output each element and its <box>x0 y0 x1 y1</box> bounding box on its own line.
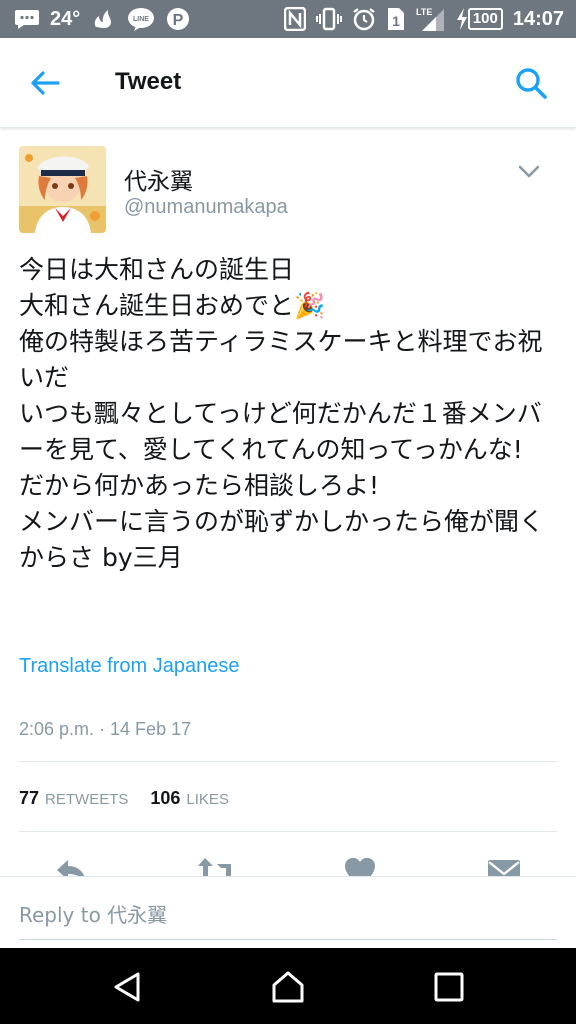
tweet-detail: 代永翼 @numanumakapa 今日は大和さんの誕生日 大和さん誕生日おめで… <box>0 128 576 876</box>
divider <box>19 761 557 762</box>
retweet-button[interactable] <box>197 854 233 876</box>
svg-text:LINE: LINE <box>133 16 149 23</box>
reply-icon <box>57 860 85 876</box>
envelope-icon <box>488 860 520 876</box>
divider <box>19 831 557 832</box>
nav-back-button[interactable] <box>110 970 144 1004</box>
nfc-icon <box>283 6 306 32</box>
svg-text:LTE: LTE <box>416 7 432 17</box>
nav-home-button[interactable] <box>271 970 305 1004</box>
messages-icon <box>14 6 40 32</box>
app-header: Tweet <box>0 38 576 128</box>
reply-composer: Reply to 代永翼 <box>0 876 576 948</box>
svg-text:P: P <box>173 12 184 29</box>
nav-recents-button[interactable] <box>432 970 466 1004</box>
battery-charging-icon: 100 <box>456 6 503 32</box>
reply-button[interactable] <box>54 854 90 876</box>
search-button[interactable] <box>514 66 548 100</box>
like-label[interactable]: LIKES <box>186 791 229 808</box>
triangle-back-icon <box>114 972 140 1002</box>
battery-level: 100 <box>467 8 503 30</box>
line-app-icon: LINE <box>126 6 156 32</box>
system-navigation-bar <box>0 948 576 1024</box>
home-icon <box>272 971 304 1003</box>
tweet-timestamp: 2:06 p.m. · 14 Feb 17 <box>19 719 192 739</box>
parking-app-icon: P <box>166 6 190 32</box>
square-recents-icon <box>434 972 464 1002</box>
like-button[interactable] <box>342 854 378 876</box>
app-notification-icon <box>90 6 116 32</box>
chevron-down-icon <box>518 165 540 178</box>
temperature: 24° <box>50 7 81 30</box>
tweet-actions <box>0 850 576 876</box>
vibrate-icon <box>315 6 342 32</box>
author-handle[interactable]: @numanumakapa <box>124 196 288 219</box>
retweet-label[interactable]: RETWEETS <box>45 791 128 808</box>
direct-message-button[interactable] <box>486 854 522 876</box>
alarm-icon <box>352 6 376 32</box>
lte-signal-icon: LTE <box>416 6 446 32</box>
status-bar: 24° LINE P 1 LTE 100 14:07 <box>0 0 576 38</box>
tweet-text: 今日は大和さんの誕生日 大和さん誕生日おめでと🎉 俺の特製ほろ苦ティラミスケーキ… <box>19 255 545 572</box>
like-count[interactable]: 106 <box>150 788 180 809</box>
author-name[interactable]: 代永翼 <box>124 162 193 196</box>
avatar[interactable] <box>19 146 106 233</box>
retweet-count[interactable]: 77 <box>19 788 39 809</box>
engagement-stats: 77 RETWEETS 106 LIKES <box>19 788 251 809</box>
translate-link[interactable]: Translate from Japanese <box>19 655 239 678</box>
clock: 14:07 <box>512 7 564 30</box>
search-icon <box>516 68 547 99</box>
retweet-icon <box>198 858 231 876</box>
page-title: Tweet <box>115 68 182 95</box>
reply-underline <box>19 939 557 940</box>
reply-input[interactable]: Reply to 代永翼 <box>19 899 167 928</box>
heart-icon <box>344 857 376 876</box>
sim-icon: 1 <box>386 6 406 32</box>
arrow-left-icon <box>31 71 60 95</box>
svg-text:1: 1 <box>392 13 400 29</box>
tweet-menu-button[interactable] <box>518 164 540 178</box>
back-button[interactable] <box>28 66 62 100</box>
